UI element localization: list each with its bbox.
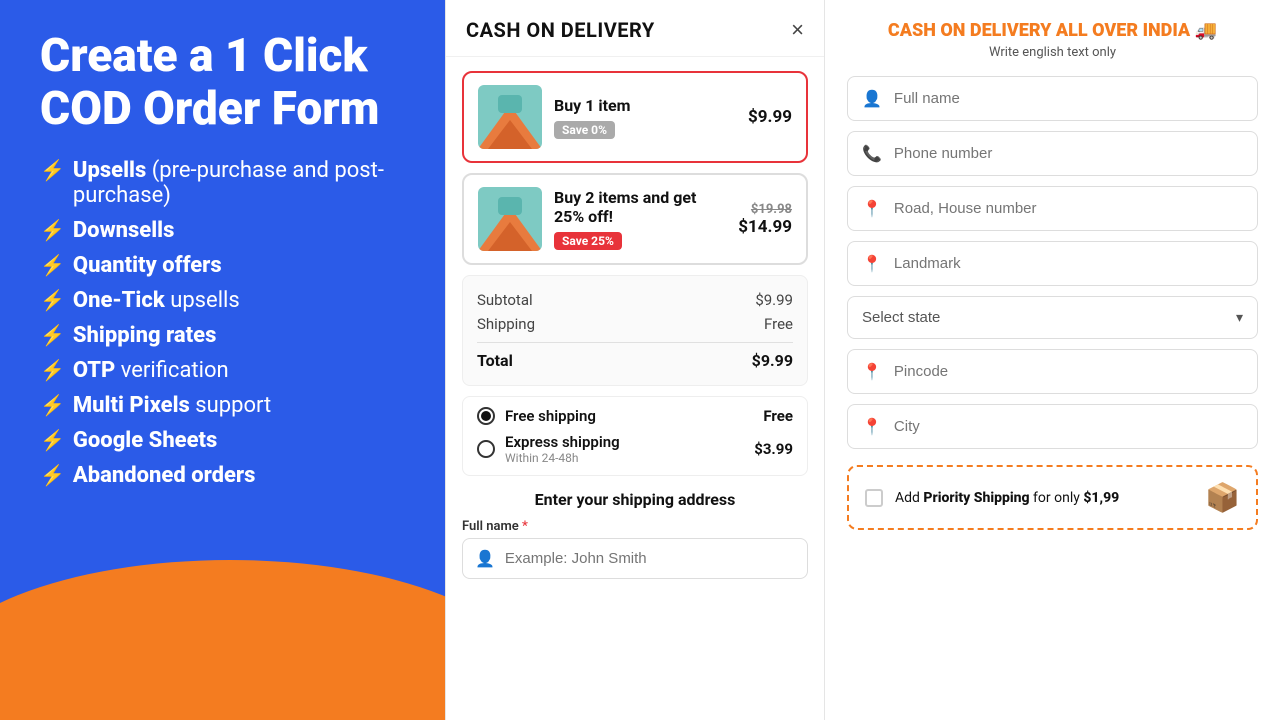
box-shipping-icon: 📦: [1205, 481, 1240, 514]
location-icon: 📍: [862, 362, 882, 381]
shipping-options: Free shipping Free Express shipping With…: [462, 396, 808, 476]
total-label: Total: [477, 351, 513, 370]
modal-title: CASH ON DELIVERY: [466, 18, 655, 42]
shipping-option-express[interactable]: Express shipping Within 24-48h $3.99: [477, 433, 793, 465]
subtotal-label: Subtotal: [477, 291, 533, 309]
feature-abandoned: ⚡ Abandoned orders: [40, 463, 405, 488]
right-road-input[interactable]: [894, 200, 1243, 217]
bolt-icon: ⚡: [40, 393, 65, 417]
right-pincode-input[interactable]: [894, 363, 1243, 380]
priority-shipping-box[interactable]: Add Priority Shipping for only $1,99 📦: [847, 465, 1258, 530]
fullname-input[interactable]: [505, 550, 795, 567]
right-fullname-input[interactable]: [894, 90, 1243, 107]
location-icon: 📍: [862, 254, 882, 273]
subtotal-value: $9.99: [755, 291, 793, 309]
bolt-icon: ⚡: [40, 428, 65, 452]
express-shipping-price: $3.99: [754, 440, 793, 458]
save-badge-1: Save 0%: [554, 121, 615, 139]
product-image-2: [478, 187, 542, 251]
cod-india-title: CASH ON DELIVERY ALL OVER INDIA 🚚: [847, 20, 1258, 41]
left-panel: Create a 1 Click COD Order Form ⚡ Upsell…: [0, 0, 445, 720]
feature-pixels: ⚡ Multi Pixels support: [40, 393, 405, 418]
form-road[interactable]: 📍: [847, 186, 1258, 231]
address-title: Enter your shipping address: [462, 490, 808, 509]
free-shipping-price: Free: [763, 407, 793, 425]
bolt-icon: ⚡: [40, 158, 65, 182]
bolt-icon: ⚡: [40, 323, 65, 347]
form-pincode[interactable]: 📍: [847, 349, 1258, 394]
shipping-value: Free: [764, 315, 793, 333]
product-card-1[interactable]: Buy 1 item Save 0% $9.99: [462, 71, 808, 163]
feature-upsells: ⚡ Upsells (pre-purchase and post-purchas…: [40, 158, 405, 208]
bolt-icon: ⚡: [40, 218, 65, 242]
product-image-1: [478, 85, 542, 149]
person-icon: 👤: [475, 549, 495, 568]
state-select[interactable]: Select state: [862, 309, 1236, 326]
product-info-2: Buy 2 items and get 25% off! Save 25%: [554, 188, 726, 250]
product-price-2: $19.98 $14.99: [738, 202, 792, 237]
form-landmark[interactable]: 📍: [847, 241, 1258, 286]
modal-header: CASH ON DELIVERY ×: [446, 0, 824, 57]
product-info-1: Buy 1 item Save 0%: [554, 96, 736, 139]
cod-modal: CASH ON DELIVERY × Buy 1 item Save 0% $9…: [445, 0, 825, 720]
close-button[interactable]: ×: [791, 19, 804, 41]
shipping-row: Shipping Free: [477, 312, 793, 336]
main-title: Create a 1 Click COD Order Form: [40, 30, 405, 136]
phone-icon: 📞: [862, 144, 882, 163]
product-name-2: Buy 2 items and get 25% off!: [554, 188, 726, 226]
location-icon: 📍: [862, 199, 882, 218]
bolt-icon: ⚡: [40, 463, 65, 487]
feature-list: ⚡ Upsells (pre-purchase and post-purchas…: [40, 158, 405, 488]
form-city[interactable]: 📍: [847, 404, 1258, 449]
right-panel: CASH ON DELIVERY ALL OVER INDIA 🚚 Write …: [825, 0, 1280, 720]
person-icon: 👤: [862, 89, 882, 108]
express-shipping-sub: Within 24-48h: [505, 451, 744, 465]
bolt-icon: ⚡: [40, 253, 65, 277]
totals-section: Subtotal $9.99 Shipping Free Total $9.99: [462, 275, 808, 386]
form-fullname[interactable]: 👤: [847, 76, 1258, 121]
form-state[interactable]: Select state ▾: [847, 296, 1258, 339]
right-phone-input[interactable]: [894, 145, 1243, 162]
right-city-input[interactable]: [894, 418, 1243, 435]
form-phone[interactable]: 📞: [847, 131, 1258, 176]
product-name-1: Buy 1 item: [554, 96, 736, 115]
product-card-2[interactable]: Buy 2 items and get 25% off! Save 25% $1…: [462, 173, 808, 265]
feature-quantity: ⚡ Quantity offers: [40, 253, 405, 278]
feature-shipping: ⚡ Shipping rates: [40, 323, 405, 348]
feature-onetick: ⚡ One-Tick upsells: [40, 288, 405, 313]
priority-text: Add Priority Shipping for only $1,99: [895, 490, 1193, 506]
shipping-option-free[interactable]: Free shipping Free: [477, 407, 793, 425]
fullname-input-row[interactable]: 👤: [462, 538, 808, 579]
location-icon: 📍: [862, 417, 882, 436]
product-price-1: $9.99: [748, 107, 792, 127]
right-landmark-input[interactable]: [894, 255, 1243, 272]
address-section: Enter your shipping address Full name * …: [446, 490, 824, 595]
save-badge-2: Save 25%: [554, 232, 622, 250]
feature-otp: ⚡ OTP verification: [40, 358, 405, 383]
priority-checkbox[interactable]: [865, 489, 883, 507]
total-value: $9.99: [752, 351, 793, 370]
bolt-icon: ⚡: [40, 288, 65, 312]
bolt-icon: ⚡: [40, 358, 65, 382]
express-shipping-name: Express shipping: [505, 433, 744, 451]
modal-body: Buy 1 item Save 0% $9.99 Buy 2 items and…: [446, 57, 824, 490]
shipping-label: Shipping: [477, 315, 535, 333]
total-row: Total $9.99: [477, 342, 793, 373]
feature-downsells: ⚡ Downsells: [40, 218, 405, 243]
radio-free[interactable]: [477, 407, 495, 425]
free-shipping-name: Free shipping: [505, 407, 753, 425]
subtotal-row: Subtotal $9.99: [477, 288, 793, 312]
cod-subtitle: Write english text only: [847, 45, 1258, 60]
fullname-label: Full name *: [462, 519, 808, 534]
feature-sheets: ⚡ Google Sheets: [40, 428, 405, 453]
radio-express[interactable]: [477, 440, 495, 458]
chevron-down-icon: ▾: [1236, 310, 1243, 326]
